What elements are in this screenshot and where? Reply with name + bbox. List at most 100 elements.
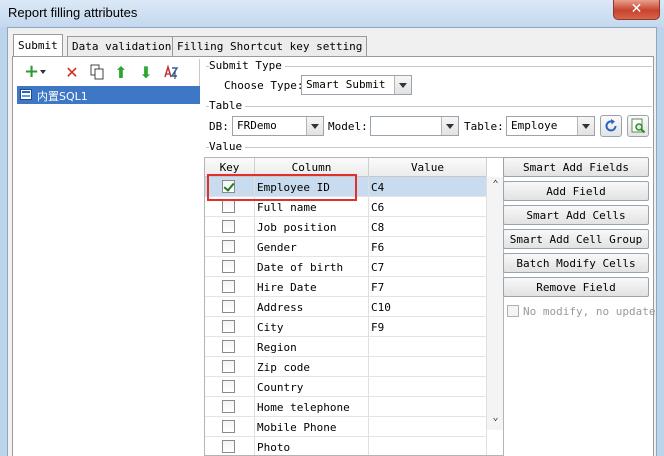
- db-select[interactable]: FRDemo: [232, 116, 324, 136]
- key-checkbox[interactable]: [222, 300, 235, 313]
- key-checkbox[interactable]: [222, 200, 235, 213]
- key-cell: [205, 437, 255, 455]
- value-cell[interactable]: C8: [369, 217, 487, 237]
- key-checkbox[interactable]: [222, 360, 235, 373]
- table-row[interactable]: Zip code: [205, 357, 487, 377]
- column-cell[interactable]: Photo: [255, 437, 369, 455]
- column-cell[interactable]: Job position: [255, 217, 369, 237]
- add-field-button[interactable]: Add Field: [503, 181, 649, 201]
- scroll-down-icon[interactable]: ⌄: [487, 412, 503, 426]
- table-row[interactable]: Photo: [205, 437, 487, 455]
- smart-add-cells-button[interactable]: Smart Add Cells: [503, 205, 649, 225]
- table-row[interactable]: Gender F6: [205, 237, 487, 257]
- list-item[interactable]: 内置SQL1: [17, 86, 200, 104]
- value-cell[interactable]: [369, 377, 487, 397]
- vertical-scrollbar[interactable]: ⌃ ⌄: [487, 177, 503, 430]
- key-checkbox[interactable]: [222, 420, 235, 433]
- column-cell[interactable]: Region: [255, 337, 369, 357]
- column-cell[interactable]: Gender: [255, 237, 369, 257]
- tab-submit[interactable]: Submit: [13, 34, 63, 57]
- column-cell[interactable]: Date of birth: [255, 257, 369, 277]
- highlight-box: [207, 174, 357, 201]
- value-cell[interactable]: [369, 417, 487, 437]
- smart-add-cell-group-button[interactable]: Smart Add Cell Group: [503, 229, 649, 249]
- table-select[interactable]: Employe: [506, 116, 595, 136]
- key-cell: [205, 277, 255, 297]
- column-cell[interactable]: Mobile Phone: [255, 417, 369, 437]
- value-cell[interactable]: C6: [369, 197, 487, 217]
- column-cell[interactable]: Address: [255, 297, 369, 317]
- key-checkbox[interactable]: [222, 240, 235, 253]
- remove-field-button[interactable]: Remove Field: [503, 277, 649, 297]
- value-table: Key Column Value Employee ID C4 Full name C…: [204, 157, 504, 456]
- choose-type-select[interactable]: Smart Submit: [301, 75, 412, 95]
- key-cell: [205, 417, 255, 437]
- table-row[interactable]: Date of birth C7: [205, 257, 487, 277]
- value-cell[interactable]: F6: [369, 237, 487, 257]
- table-label: Table:: [464, 120, 504, 133]
- submit-list: 内置SQL1: [17, 86, 200, 456]
- move-up-button[interactable]: ⬆: [111, 62, 131, 82]
- value-cell[interactable]: C10: [369, 297, 487, 317]
- column-cell[interactable]: Home telephone: [255, 397, 369, 417]
- no-modify-checkbox[interactable]: No modify, no update: [507, 304, 657, 320]
- value-cell[interactable]: F7: [369, 277, 487, 297]
- column-cell[interactable]: Hire Date: [255, 277, 369, 297]
- key-checkbox[interactable]: [222, 340, 235, 353]
- table-row[interactable]: Region: [205, 337, 487, 357]
- key-cell: [205, 357, 255, 377]
- column-cell[interactable]: City: [255, 317, 369, 337]
- value-cell[interactable]: [369, 437, 487, 455]
- column-cell[interactable]: Country: [255, 377, 369, 397]
- checkbox-box: [507, 305, 519, 317]
- table-row[interactable]: Job position C8: [205, 217, 487, 237]
- key-cell: [205, 317, 255, 337]
- key-checkbox[interactable]: [222, 280, 235, 293]
- key-cell: [205, 377, 255, 397]
- move-down-button[interactable]: ⬇: [136, 62, 156, 82]
- column-header-value[interactable]: Value: [369, 158, 487, 177]
- table-row[interactable]: Address C10: [205, 297, 487, 317]
- choose-type-label: Choose Type:: [224, 79, 304, 92]
- key-checkbox[interactable]: [222, 440, 235, 453]
- scroll-up-icon[interactable]: ⌃: [487, 179, 503, 193]
- chevron-down-icon: [306, 117, 323, 135]
- value-cell[interactable]: C4: [369, 177, 487, 197]
- preview-button[interactable]: [627, 115, 649, 137]
- close-button[interactable]: ✕: [613, 0, 660, 20]
- refresh-button[interactable]: [600, 115, 622, 137]
- key-checkbox[interactable]: [222, 220, 235, 233]
- submit-toolbar: + ✕ ⬆ ⬇: [17, 59, 200, 85]
- db-label: DB:: [209, 120, 229, 133]
- batch-modify-cells-button[interactable]: Batch Modify Cells: [503, 253, 649, 273]
- value-cell[interactable]: [369, 397, 487, 417]
- submit-list-pane: + ✕ ⬆ ⬇ 内置SQL1: [17, 59, 200, 456]
- value-cell[interactable]: [369, 357, 487, 377]
- value-cell[interactable]: C7: [369, 257, 487, 277]
- add-button[interactable]: +: [21, 62, 49, 82]
- submit-type-group-label: Submit Type: [209, 59, 285, 72]
- table-row[interactable]: Home telephone: [205, 397, 487, 417]
- value-cell[interactable]: F9: [369, 317, 487, 337]
- key-checkbox[interactable]: [222, 320, 235, 333]
- key-checkbox[interactable]: [222, 400, 235, 413]
- model-select[interactable]: [370, 116, 459, 136]
- key-checkbox[interactable]: [222, 260, 235, 273]
- key-checkbox[interactable]: [222, 380, 235, 393]
- tab-data-validation[interactable]: Data validation: [67, 36, 177, 56]
- smart-add-fields-button[interactable]: Smart Add Fields: [503, 157, 649, 177]
- copy-button[interactable]: [87, 62, 107, 82]
- key-cell: [205, 237, 255, 257]
- table-row[interactable]: City F9: [205, 317, 487, 337]
- sort-button[interactable]: [161, 62, 181, 82]
- chevron-down-icon: [441, 117, 458, 135]
- table-row[interactable]: Mobile Phone: [205, 417, 487, 437]
- column-cell[interactable]: Zip code: [255, 357, 369, 377]
- table-row[interactable]: Hire Date F7: [205, 277, 487, 297]
- tab-filling-shortcut-key-setting[interactable]: Filling Shortcut key setting: [172, 36, 368, 56]
- key-cell: [205, 397, 255, 417]
- key-cell: [205, 257, 255, 277]
- table-row[interactable]: Country: [205, 377, 487, 397]
- value-cell[interactable]: [369, 337, 487, 357]
- delete-button[interactable]: ✕: [62, 62, 82, 82]
